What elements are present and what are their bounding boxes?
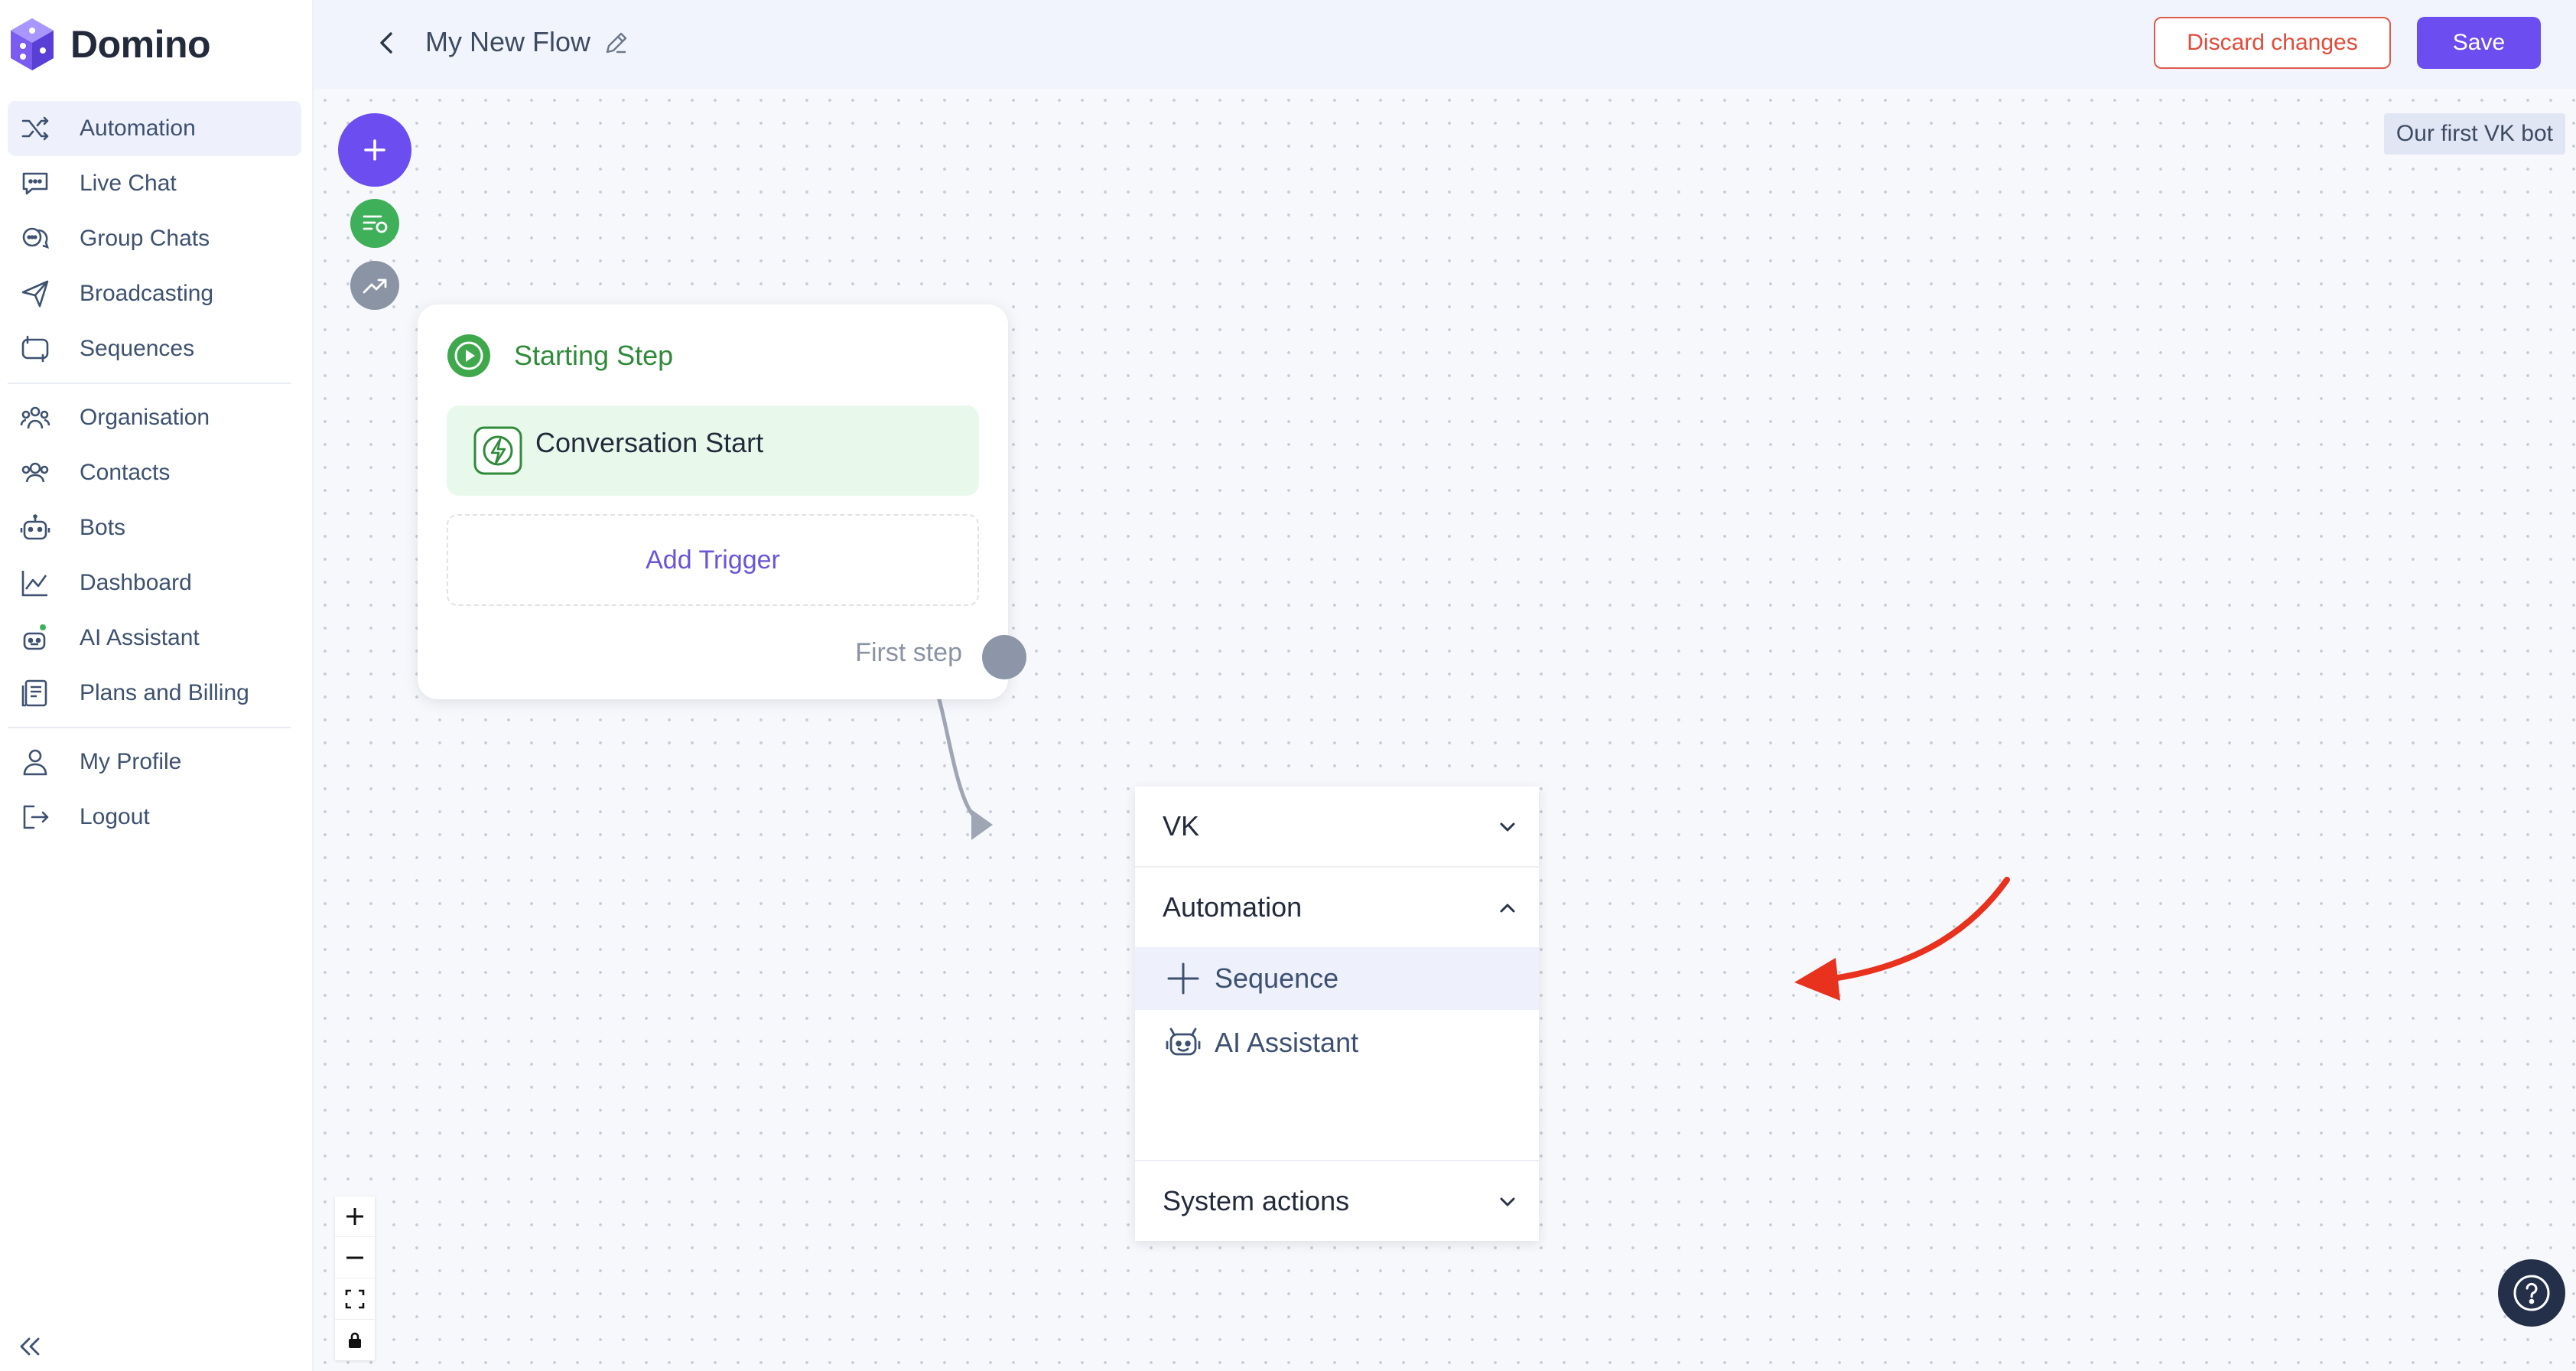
sidebar-item-contacts[interactable]: Contacts	[8, 445, 301, 500]
analytics-button[interactable]	[350, 261, 399, 310]
first-step-label: First step	[855, 638, 962, 667]
discard-changes-button[interactable]: Discard changes	[2154, 17, 2391, 69]
sidebar-item-label: Group Chats	[80, 226, 210, 251]
back-button[interactable]	[370, 26, 404, 60]
sidebar-item-label: Automation	[80, 116, 196, 141]
sidebar-item-label: Organisation	[80, 405, 210, 430]
notes-icon	[363, 215, 388, 233]
lightning-icon	[473, 426, 522, 475]
menu-item-label: AI Assistant	[1215, 1027, 1359, 1058]
fullscreen-icon	[345, 1289, 365, 1309]
sidebar-item-label: Dashboard	[80, 570, 192, 595]
chart-line-icon	[18, 566, 52, 600]
plus-icon	[364, 139, 385, 161]
add-step-button[interactable]	[338, 113, 411, 187]
help-button[interactable]	[2498, 1259, 2565, 1327]
send-icon	[18, 277, 52, 311]
sidebar-item-my-profile[interactable]: My Profile	[8, 734, 301, 790]
collapse-sidebar-button[interactable]	[14, 1331, 47, 1362]
sidebar-item-label: Contacts	[80, 460, 171, 485]
menu-section-system-actions[interactable]: System actions	[1135, 1161, 1539, 1241]
billing-icon	[18, 676, 52, 710]
menu-section-vk[interactable]: VK	[1135, 786, 1539, 866]
add-trigger-button[interactable]: Add Trigger	[447, 514, 979, 606]
lock-icon	[349, 1332, 361, 1348]
plus-icon	[1164, 959, 1202, 998]
menu-item-sequence[interactable]: Sequence	[1135, 947, 1539, 1010]
sequence-icon	[18, 332, 52, 366]
sidebar-item-label: My Profile	[80, 749, 182, 774]
ai-assistant-icon	[1164, 1024, 1202, 1062]
save-button[interactable]: Save	[2417, 17, 2541, 69]
sidebar-item-label: Live Chat	[80, 171, 177, 196]
sidebar-item-organisation[interactable]: Organisation	[8, 390, 301, 445]
sidebar-item-label: Broadcasting	[80, 281, 214, 306]
chat-bubble-icon	[18, 167, 52, 200]
menu-section-label: VK	[1163, 810, 1200, 842]
menu-item-ai-assistant[interactable]: AI Assistant	[1135, 1011, 1539, 1074]
page-title: My New Flow	[425, 26, 591, 57]
menu-section-label: Automation	[1163, 891, 1303, 923]
first-step-port[interactable]	[982, 635, 1026, 679]
sidebar-item-label: AI Assistant	[80, 625, 200, 650]
app-name: Domino	[70, 23, 211, 66]
sidebar-item-label: Plans and Billing	[80, 680, 249, 705]
sidebar-item-live-chat[interactable]: Live Chat	[8, 156, 301, 211]
sidebar-item-sequences[interactable]: Sequences	[8, 321, 301, 376]
zoom-in-button[interactable]	[335, 1197, 375, 1237]
sidebar-divider	[8, 727, 291, 728]
logo: Domino	[8, 17, 211, 72]
menu-item-label: Sequence	[1215, 962, 1339, 994]
sidebar-item-group-chats[interactable]: Group Chats	[8, 211, 301, 266]
pencil-icon	[606, 32, 627, 54]
contacts-icon	[18, 456, 52, 490]
sidebar-item-bots[interactable]: Bots	[8, 500, 301, 555]
sidebar-item-plans-billing[interactable]: Plans and Billing	[8, 666, 301, 721]
sidebar-item-ai-assistant[interactable]: AI Assistant	[8, 611, 301, 666]
starting-step-title: Starting Step	[514, 340, 674, 371]
logout-icon	[18, 800, 52, 834]
starting-step-card[interactable]: Starting Step Conversation Start Add Tri…	[418, 304, 1026, 699]
notes-button[interactable]	[350, 199, 399, 248]
chevron-left-icon	[380, 32, 392, 54]
step-type-menu: VK Automation Sequence AI Assistant Syst…	[1135, 786, 1539, 1241]
zoom-out-button[interactable]	[335, 1238, 375, 1278]
flow-canvas[interactable]: Our first VK bot Starting Step Conversat…	[314, 89, 2576, 1371]
domino-logo-icon	[11, 18, 54, 70]
menu-section-automation[interactable]: Automation	[1135, 868, 1539, 947]
zoom-controls	[335, 1197, 375, 1360]
annotation-arrow-icon	[1794, 877, 2010, 1001]
edit-title-button[interactable]	[601, 28, 632, 58]
sidebar: Domino Automation Live Chat Group Chats …	[0, 0, 314, 1371]
sidebar-item-automation[interactable]: Automation	[8, 101, 301, 156]
lock-canvas-button[interactable]	[335, 1321, 375, 1360]
sidebar-item-label: Logout	[80, 804, 150, 829]
minus-icon	[346, 1256, 363, 1259]
ai-assistant-icon	[18, 621, 52, 655]
sidebar-item-broadcasting[interactable]: Broadcasting	[8, 266, 301, 321]
sidebar-item-logout[interactable]: Logout	[8, 790, 301, 845]
fit-view-button[interactable]	[335, 1279, 375, 1320]
question-icon	[2513, 1275, 2550, 1311]
sidebar-item-label: Bots	[80, 515, 126, 540]
header: My New Flow Discard changes Save	[314, 0, 2576, 89]
menu-section-label: System actions	[1163, 1185, 1350, 1216]
play-icon	[447, 334, 490, 377]
user-icon	[18, 745, 52, 779]
double-chevron-left-icon	[20, 1337, 40, 1356]
group-chat-icon	[18, 222, 52, 256]
trigger-conversation-start[interactable]: Conversation Start	[447, 405, 979, 496]
sidebar-item-dashboard[interactable]: Dashboard	[8, 555, 301, 611]
chevron-down-icon	[1500, 1197, 1515, 1207]
plus-icon	[346, 1208, 363, 1225]
trigger-label: Conversation Start	[535, 427, 764, 458]
trend-up-icon	[363, 278, 387, 294]
sidebar-item-label: Sequences	[80, 336, 195, 361]
sidebar-divider	[8, 383, 291, 384]
bot-icon	[18, 511, 52, 545]
organisation-icon	[18, 401, 52, 435]
shuffle-icon	[18, 112, 52, 145]
bot-name-tag: Our first VK bot	[2383, 113, 2565, 155]
